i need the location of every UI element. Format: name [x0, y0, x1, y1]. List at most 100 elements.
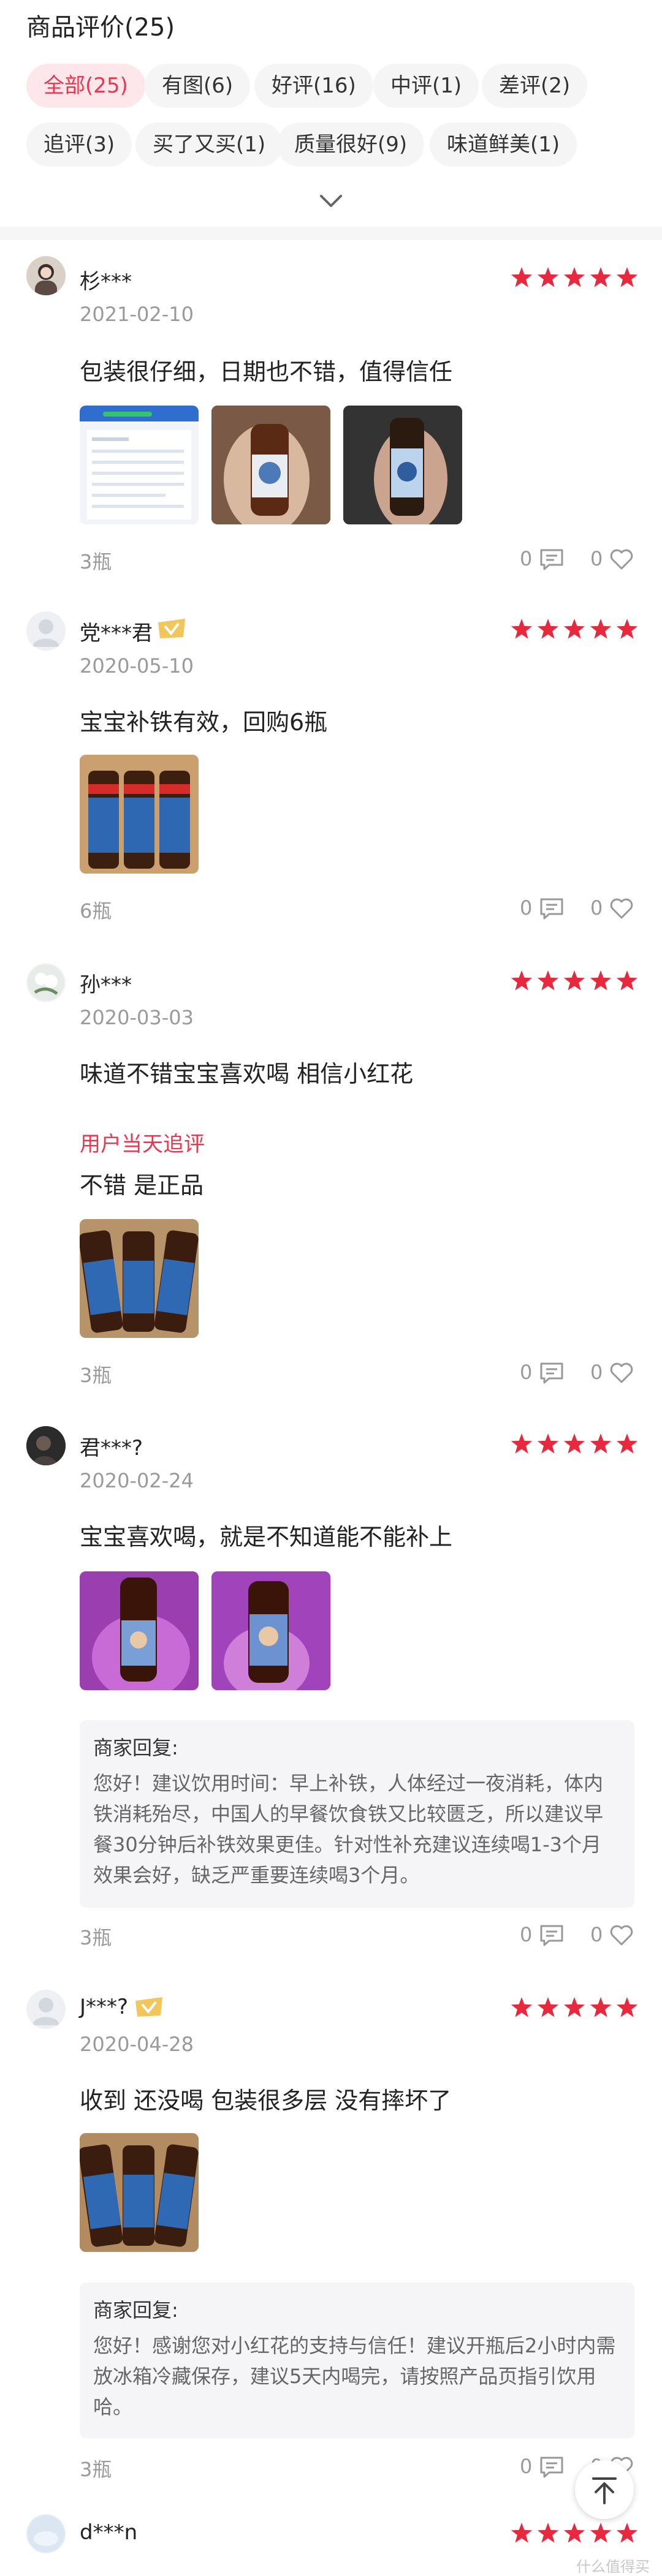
review-item: 党***君 2020-05-10 宝宝补铁有效，回购6瓶 6瓶 0 0	[0, 589, 662, 939]
reply-text: 您好！感谢您对小红花的支持与信任！建议开瓶后2小时内需放冰箱冷藏保存，建议5天内…	[93, 2334, 616, 2419]
comment-count: 0	[520, 547, 533, 570]
review-actions: 0 0	[520, 1358, 636, 1386]
star-icon	[537, 1433, 559, 1454]
comment-count: 0	[520, 1361, 533, 1384]
heart-icon[interactable]	[609, 1362, 634, 1384]
review-date: 2021-02-10	[80, 303, 194, 326]
reply-title: 商家回复:	[93, 1736, 178, 1759]
star-icon	[616, 2523, 638, 2543]
purchase-spec: 3瓶	[80, 550, 112, 573]
review-photo[interactable]	[80, 1219, 199, 1338]
comment-count: 0	[520, 2455, 533, 2478]
rating-stars	[510, 969, 639, 994]
rating-stars	[510, 2521, 639, 2546]
like-count: 0	[590, 1923, 603, 1946]
avatar[interactable]	[26, 963, 66, 1002]
star-icon	[590, 2523, 612, 2543]
chip-all[interactable]: 全部(25)	[26, 64, 145, 108]
star-icon	[616, 970, 638, 991]
star-icon	[616, 267, 638, 287]
followup-text: 不错 是正品	[80, 1172, 204, 1199]
heart-icon[interactable]	[609, 548, 634, 570]
username: J***?	[80, 1995, 129, 2019]
username: 杉***	[80, 270, 132, 294]
star-icon	[537, 267, 559, 287]
like-count: 0	[590, 1361, 603, 1384]
purchase-spec: 3瓶	[80, 1926, 112, 1949]
review-item: d***n	[0, 2501, 662, 2572]
purchase-spec: 6瓶	[80, 899, 112, 923]
like-count: 0	[590, 547, 603, 570]
username: 君***?	[80, 1436, 143, 1460]
chip-negative[interactable]: 差评(2)	[482, 64, 588, 108]
purchase-spec: 3瓶	[80, 2458, 112, 2481]
back-to-top-button[interactable]	[575, 2460, 634, 2519]
chip-tasty[interactable]: 味道鲜美(1)	[430, 123, 577, 167]
section-divider	[0, 227, 662, 240]
review-actions: 0 0	[520, 894, 636, 922]
review-photo[interactable]	[80, 755, 199, 874]
chip-followup[interactable]: 追评(3)	[26, 123, 132, 167]
star-icon	[563, 1433, 585, 1454]
review-photo[interactable]	[80, 2133, 199, 2252]
star-icon	[590, 619, 612, 639]
merchant-reply: 商家回复: 您好！感谢您对小红花的支持与信任！建议开瓶后2小时内需放冰箱冷藏保存…	[80, 2283, 634, 2438]
heart-icon[interactable]	[609, 897, 634, 920]
chip-repurchase[interactable]: 买了又买(1)	[135, 123, 283, 167]
review-item: 君***? 2020-02-24 宝宝喜欢喝，就是不知道能不能补上 商家回复: …	[0, 1404, 662, 1968]
chip-neutral[interactable]: 中评(1)	[373, 64, 479, 108]
comment-icon[interactable]	[539, 897, 564, 920]
rating-stars	[510, 1432, 639, 1457]
heart-icon[interactable]	[609, 1924, 634, 1946]
chip-with-photos[interactable]: 有图(6)	[145, 64, 251, 108]
rating-stars	[510, 1996, 639, 2020]
star-icon	[563, 970, 585, 991]
star-icon	[511, 267, 533, 287]
username: 党***君	[80, 621, 153, 646]
chevron-down-icon[interactable]	[318, 187, 344, 214]
review-date: 2020-04-28	[80, 2033, 194, 2056]
chip-good-quality[interactable]: 质量很好(9)	[277, 123, 425, 167]
chip-positive[interactable]: 好评(16)	[254, 64, 373, 108]
star-icon	[511, 619, 533, 639]
merchant-reply: 商家回复: 您好！建议饮用时间：早上补铁，人体经过一夜消耗，体内铁消耗殆尽，中国…	[80, 1720, 634, 1908]
review-filter-header: 商品评价(25) 全部(25) 有图(6) 好评(16) 中评(1) 差评(2)…	[0, 0, 662, 233]
like-count: 0	[590, 896, 603, 920]
comment-icon[interactable]	[539, 1362, 564, 1384]
review-photo[interactable]	[80, 1571, 199, 1690]
rating-stars	[510, 618, 639, 642]
star-icon	[511, 1433, 533, 1454]
star-icon	[616, 1997, 638, 2017]
watermark: 什么值得买	[576, 2558, 650, 2575]
review-photo[interactable]	[80, 406, 199, 524]
avatar[interactable]	[26, 611, 66, 651]
star-icon	[616, 1433, 638, 1454]
review-actions: 0 0	[520, 1921, 636, 1949]
star-icon	[590, 1997, 612, 2017]
star-icon	[537, 970, 559, 991]
star-icon	[511, 2523, 533, 2543]
review-photo[interactable]	[211, 1571, 330, 1690]
review-item: 杉*** 2021-02-10 包装很仔细，日期也不错，值得信任 3瓶 0 0	[0, 240, 662, 589]
comment-icon[interactable]	[539, 1924, 564, 1946]
comment-icon[interactable]	[539, 548, 564, 570]
avatar[interactable]	[26, 1426, 66, 1465]
review-date: 2020-03-03	[80, 1006, 194, 1029]
arrow-up-icon	[592, 2477, 617, 2504]
avatar[interactable]	[26, 2514, 66, 2553]
star-icon	[563, 619, 585, 639]
star-icon	[511, 1997, 533, 2017]
review-photo[interactable]	[211, 406, 330, 524]
review-photo[interactable]	[343, 406, 462, 524]
star-icon	[590, 970, 612, 991]
username: 孙***	[80, 973, 132, 997]
reply-text: 您好！建议饮用时间：早上补铁，人体经过一夜消耗，体内铁消耗殆尽，中国人的早餐饮食…	[93, 1772, 604, 1887]
avatar[interactable]	[26, 1990, 66, 2029]
rating-stars	[510, 266, 639, 290]
avatar[interactable]	[26, 256, 66, 295]
star-icon	[537, 1997, 559, 2017]
review-date: 2020-05-10	[80, 654, 194, 678]
comment-icon[interactable]	[539, 2456, 564, 2478]
page-title: 商品评价(25)	[26, 13, 175, 42]
comment-count: 0	[520, 896, 533, 920]
